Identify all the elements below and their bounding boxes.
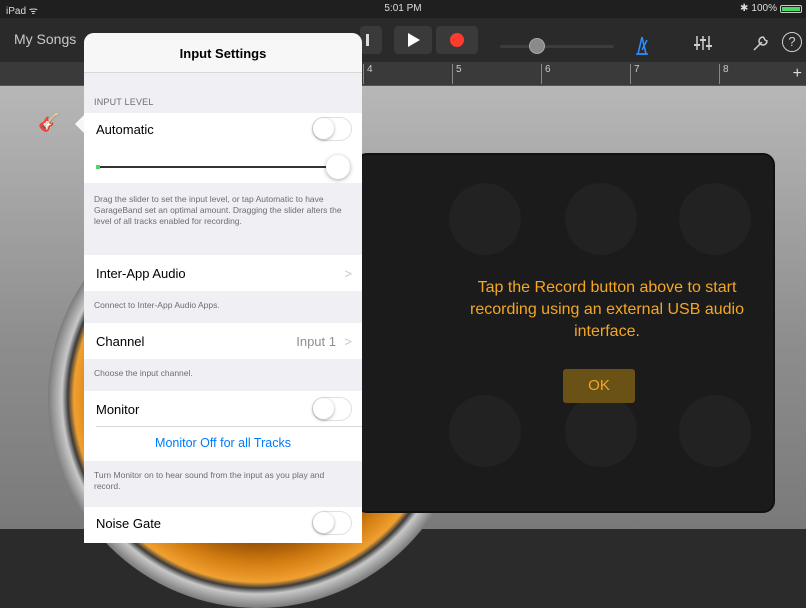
battery-percent: 100% (751, 3, 777, 14)
panel-pad (449, 183, 521, 255)
help-icon[interactable]: ? (782, 32, 802, 52)
toggle-knob (313, 398, 334, 419)
toggle-knob (313, 512, 334, 533)
battery-icon (780, 4, 802, 13)
input-level-indicator (96, 165, 100, 169)
panel-pad (565, 183, 637, 255)
panel-pad (679, 183, 751, 255)
ruler-mark: 4 (363, 64, 373, 84)
panel-pad (565, 395, 637, 467)
monitor-off-all-tracks-button[interactable]: Monitor Off for all Tracks (84, 436, 362, 450)
popover-header: Input Settings (84, 33, 362, 73)
my-songs-button[interactable]: My Songs (14, 31, 76, 47)
ok-button[interactable]: OK (563, 369, 635, 403)
master-volume-knob[interactable] (529, 38, 546, 54)
metronome-icon[interactable] (634, 35, 650, 55)
monitor-section: Monitor Monitor Off for all Tracks (84, 391, 362, 461)
record-icon (450, 33, 464, 47)
ruler-mark: 6 (541, 64, 551, 84)
input-settings-popover: Input Settings INPUT LEVEL Automatic Dra… (84, 33, 362, 543)
mixer-icon[interactable] (694, 34, 712, 52)
input-level-section: Automatic (84, 113, 362, 183)
bluetooth-icon: ✱ (740, 3, 749, 14)
monitor-label: Monitor (96, 402, 140, 417)
master-volume-track[interactable] (500, 45, 614, 48)
inter-app-audio-label: Inter-App Audio (96, 266, 186, 281)
chevron-right-icon: > (344, 334, 352, 349)
popover-title: Input Settings (179, 46, 267, 61)
record-instructions: Tap the Record button above to start rec… (470, 279, 744, 340)
automatic-label: Automatic (96, 122, 154, 137)
toggle-knob (313, 118, 334, 139)
channel-value: Input 1 (296, 334, 336, 349)
play-icon (408, 33, 420, 47)
input-level-header: INPUT LEVEL (94, 97, 154, 107)
panel-pad (449, 395, 521, 467)
row-separator (96, 426, 362, 427)
channel-label: Channel (96, 334, 145, 349)
status-right: ✱ 100% (740, 3, 802, 14)
rewind-icon (366, 34, 369, 46)
inter-app-audio-row[interactable]: Inter-App Audio > (84, 255, 362, 291)
input-cable-icon[interactable]: 🎸 (38, 112, 60, 133)
ruler-mark: 5 (452, 64, 462, 84)
channel-row[interactable]: Channel Input 1 > (84, 323, 362, 359)
automatic-toggle[interactable] (312, 117, 352, 141)
input-level-fill (96, 166, 338, 168)
inter-app-audio-footer: Connect to Inter-App Audio Apps. (94, 300, 220, 310)
status-bar: iPad ᯤ 5:01 PM ✱ 100% (0, 0, 806, 18)
ruler-mark: 8 (719, 64, 729, 84)
monitor-footer: Turn Monitor on to hear sound from the i… (94, 470, 325, 491)
monitor-toggle[interactable] (312, 397, 352, 421)
channel-footer: Choose the input channel. (94, 368, 193, 378)
wrench-icon[interactable] (752, 34, 770, 52)
noise-gate-row: Noise Gate (84, 507, 362, 543)
ruler-mark: 7 (630, 64, 640, 84)
rewind-button[interactable] (360, 26, 382, 54)
chevron-right-icon: > (344, 266, 352, 281)
record-button[interactable] (436, 26, 478, 54)
panel-pad (679, 395, 751, 467)
add-section-button[interactable]: + (793, 65, 802, 83)
usb-interface-panel: Tap the Record button above to start rec… (355, 153, 775, 513)
status-time: 5:01 PM (384, 3, 422, 14)
slider-help-text: Drag the slider to set the input level, … (94, 194, 342, 226)
noise-gate-toggle[interactable] (312, 511, 352, 535)
play-button[interactable] (394, 26, 432, 54)
input-level-slider[interactable] (326, 155, 350, 179)
